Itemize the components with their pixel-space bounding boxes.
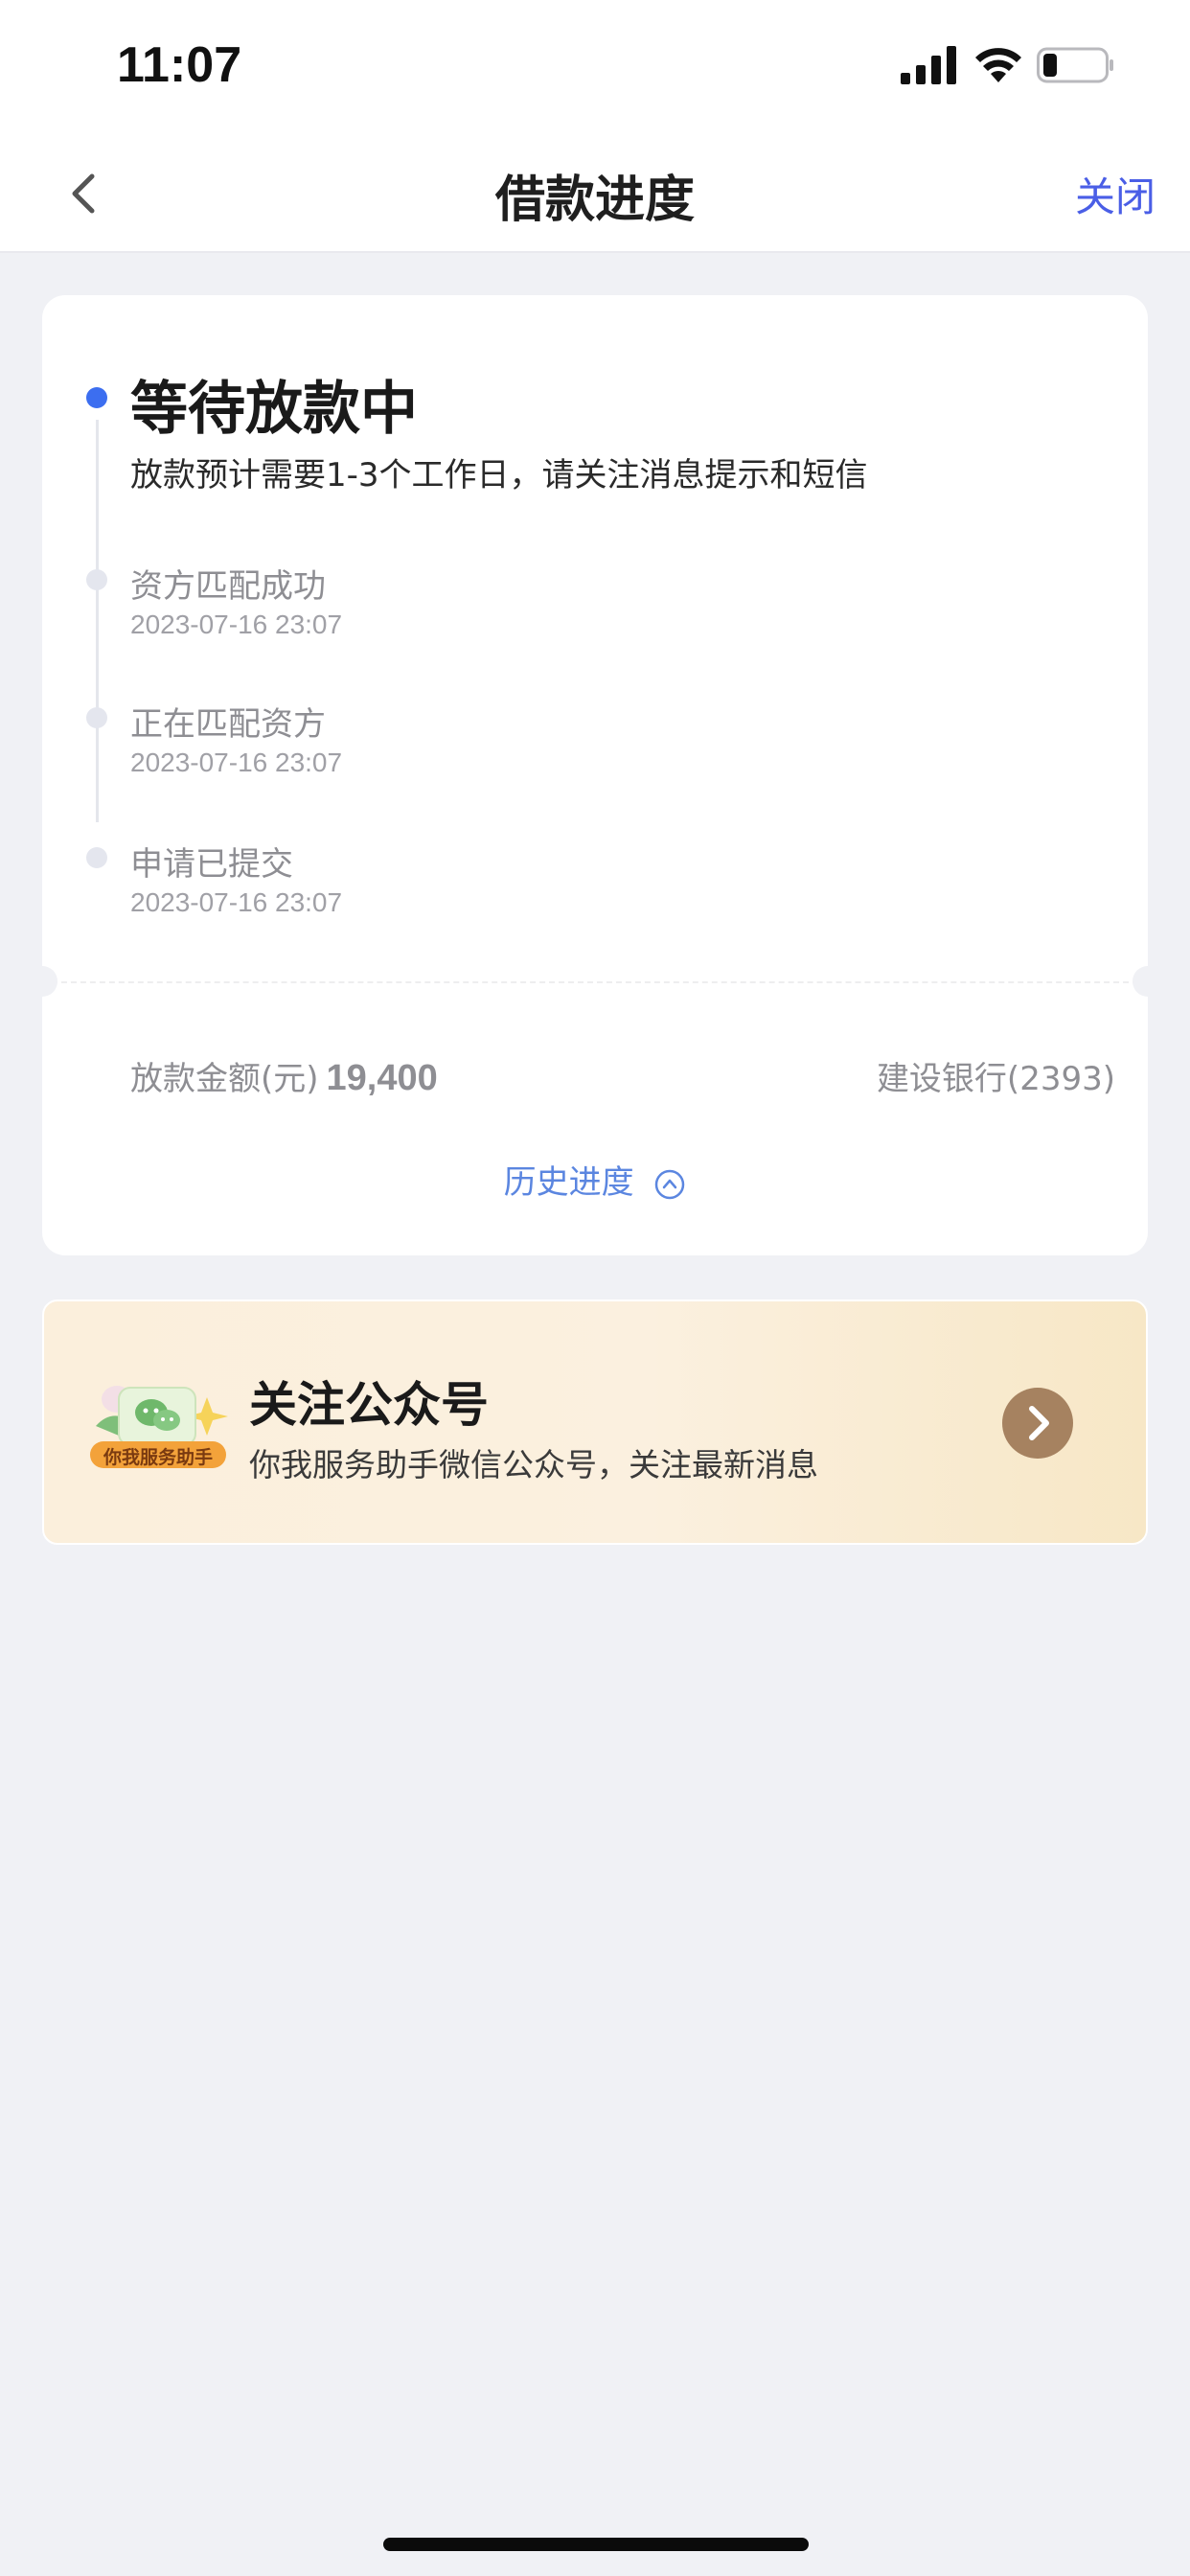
dashed-divider: [42, 981, 1148, 983]
current-status-desc: 放款预计需要1-3个工作日，请关注消息提示和短信: [130, 456, 868, 494]
history-progress-button[interactable]: 历史进度: [42, 1156, 1148, 1203]
nav-bar: 借款进度 关闭: [0, 134, 1190, 253]
assistant-badge-text: 你我服务助手: [103, 1447, 213, 1468]
current-status-title: 等待放款中: [130, 376, 418, 443]
status-time: 11:07: [117, 37, 242, 93]
home-indicator: [383, 2538, 809, 2551]
timeline-dot: [86, 847, 107, 868]
step-time: 2023-07-16 23:07: [130, 748, 343, 777]
step-title: 申请已提交: [130, 845, 293, 884]
history-label: 历史进度: [503, 1163, 634, 1202]
follow-account-banner[interactable]: 你我服务助手 关注公众号 你我服务助手微信公众号，关注最新消息: [42, 1300, 1148, 1545]
loan-progress-card: 等待放款中 放款预计需要1-3个工作日，请关注消息提示和短信 资方匹配成功 20…: [27, 295, 1163, 1255]
amount-value: 19,400: [326, 1058, 438, 1098]
amount-label: 放款金额(元): [130, 1060, 319, 1098]
step-time: 2023-07-16 23:07: [130, 610, 343, 639]
status-bar: 11:07: [0, 0, 1190, 134]
follow-subtitle: 你我服务助手微信公众号，关注最新消息: [249, 1446, 818, 1484]
step-title: 资方匹配成功: [130, 567, 326, 606]
close-button[interactable]: 关闭: [1075, 165, 1156, 223]
step-time: 2023-07-16 23:07: [130, 887, 343, 917]
follow-title: 关注公众号: [249, 1377, 489, 1433]
card-notch-right: [1133, 966, 1163, 997]
timeline-line: [96, 420, 99, 822]
follow-arrow-button[interactable]: [1002, 1388, 1073, 1459]
wifi-icon: [975, 48, 1021, 82]
timeline-dot: [86, 569, 107, 590]
arrow-right-icon: [1029, 1406, 1049, 1440]
bank-account: 建设银行(2393): [876, 1060, 1115, 1098]
battery-icon: [1037, 47, 1113, 83]
chevron-up-circle-icon: [655, 1169, 685, 1199]
page-title: 借款进度: [494, 172, 695, 229]
timeline-dot-active: [86, 387, 107, 408]
signal-icon: [901, 46, 956, 84]
step-title: 正在匹配资方: [130, 705, 326, 744]
card-notch-left: [27, 966, 57, 997]
loan-amount: 放款金额(元) 19,400: [130, 1052, 438, 1099]
timeline-dot: [86, 707, 107, 728]
